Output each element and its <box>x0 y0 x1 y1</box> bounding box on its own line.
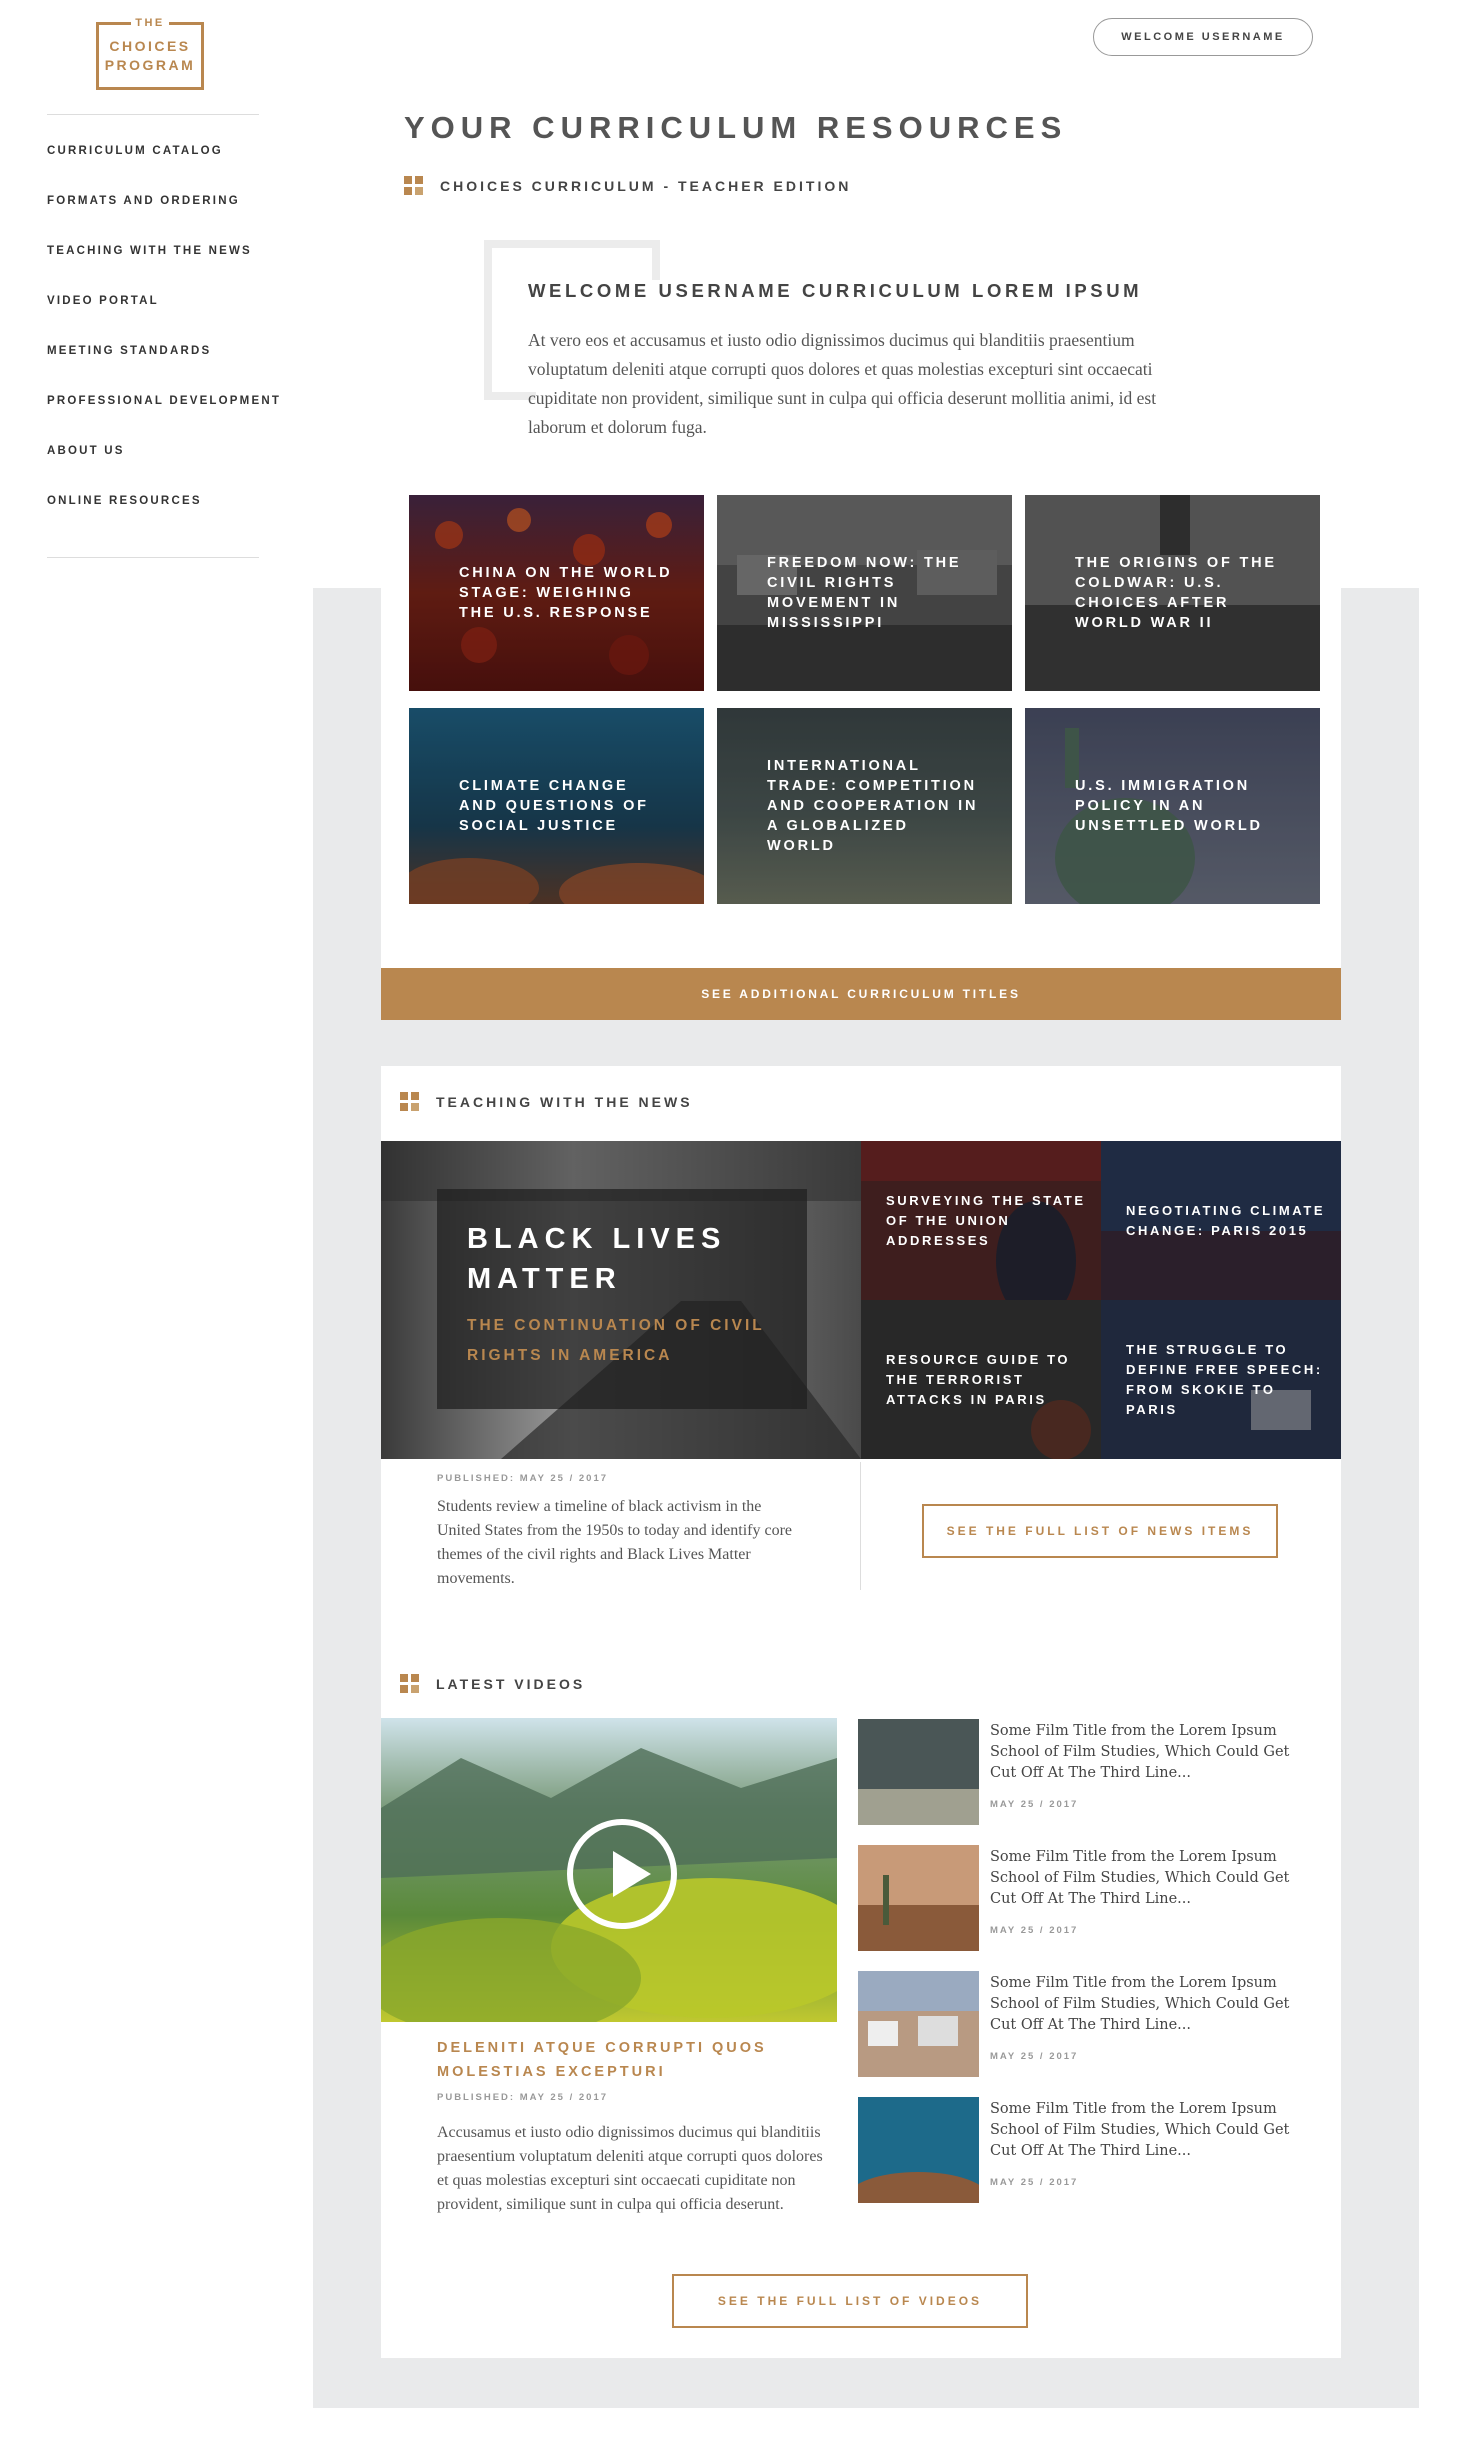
video-list-title: Some Film Title from the Lorem Ipsum Sch… <box>990 2101 1290 2159</box>
news-feature-description: Students review a timeline of black acti… <box>437 1498 793 1587</box>
video-list-title: Some Film Title from the Lorem Ipsum Sch… <box>990 1849 1290 1907</box>
tile-label: U.S. IMMIGRATION POLICY IN AN UNSETTLED … <box>1075 778 1263 834</box>
sidebar-item-curriculum-catalog[interactable]: CURRICULUM CATALOG <box>47 135 287 185</box>
video-list-date: MAY 25 / 2017 <box>990 2051 1079 2062</box>
sidebar-item-online-resources[interactable]: ONLINE RESOURCES <box>47 485 287 535</box>
news-item-paris-2015[interactable]: NEGOTIATING CLIMATE CHANGE: PARIS 2015 <box>1101 1141 1341 1300</box>
tile-label: FREEDOM NOW: THE CIVIL RIGHTS MOVEMENT I… <box>767 555 962 631</box>
news-section-header: TEACHING WITH THE NEWS <box>400 1092 693 1111</box>
curriculum-tile-climate[interactable]: CLIMATE CHANGE AND QUESTIONS OF SOCIAL J… <box>409 708 704 904</box>
see-full-videos-list-button[interactable]: SEE THE FULL LIST OF VIDEOS <box>672 2274 1028 2328</box>
welcome-text: At vero eos et accusamus et iusto odio d… <box>528 330 1157 437</box>
news-item-label: NEGOTIATING CLIMATE CHANGE: PARIS 2015 <box>1126 1202 1326 1238</box>
sidebar-item-about-us[interactable]: ABOUT US <box>47 435 287 485</box>
sidebar-nav: CURRICULUM CATALOG FORMATS AND ORDERING … <box>47 114 287 558</box>
videos-section-header: LATEST VIDEOS <box>400 1674 585 1693</box>
video-list-item[interactable]: Some Film Title from the Lorem Ipsum Sch… <box>858 2097 1328 2205</box>
news-divider <box>860 1462 861 1590</box>
see-additional-titles-button[interactable]: SEE ADDITIONAL CURRICULUM TITLES <box>381 968 1341 1020</box>
video-list-date: MAY 25 / 2017 <box>990 1925 1079 1936</box>
sidebar-item-video-portal[interactable]: VIDEO PORTAL <box>47 285 287 335</box>
grid-icon <box>400 1674 419 1693</box>
curriculum-section-header: CHOICES CURRICULUM - TEACHER EDITION <box>404 176 851 195</box>
video-feature[interactable] <box>381 1718 837 2022</box>
grid-icon <box>400 1092 419 1111</box>
curriculum-tile-trade[interactable]: INTERNATIONAL TRADE: COMPETITION AND COO… <box>717 708 1012 904</box>
curriculum-tile-coldwar[interactable]: THE ORIGINS OF THE COLDWAR: U.S. CHOICES… <box>1025 495 1320 691</box>
video-thumbnail <box>858 1719 979 1825</box>
welcome-heading: WELCOME USERNAME CURRICULUM LOREM IPSUM <box>528 280 1143 301</box>
tile-label: CHINA ON THE WORLD STAGE: WEIGHING THE U… <box>459 565 673 621</box>
news-feature-subtitle: THE CONTINUATION OF CIVIL RIGHTS IN AMER… <box>467 1317 765 1364</box>
video-list-item[interactable]: Some Film Title from the Lorem Ipsum Sch… <box>858 1845 1328 1953</box>
news-section-label: TEACHING WITH THE NEWS <box>436 1093 693 1110</box>
welcome-user-button[interactable]: WELCOME USERNAME <box>1093 18 1313 56</box>
news-feature-card: BLACK LIVES MATTER THE CONTINUATION OF C… <box>437 1189 807 1409</box>
video-list-title: Some Film Title from the Lorem Ipsum Sch… <box>990 1723 1290 1781</box>
video-list-title: Some Film Title from the Lorem Ipsum Sch… <box>990 1975 1290 2033</box>
sidebar-item-formats-ordering[interactable]: FORMATS AND ORDERING <box>47 185 287 235</box>
logo-line-the: THE <box>131 15 169 31</box>
news-item-free-speech[interactable]: THE STRUGGLE TO DEFINE FREE SPEECH: FROM… <box>1101 1300 1341 1459</box>
news-item-label: RESOURCE GUIDE TO THE TERRORIST ATTACKS … <box>886 1351 1071 1407</box>
logo-line-program: PROGRAM <box>104 57 196 73</box>
curriculum-tile-china[interactable]: CHINA ON THE WORLD STAGE: WEIGHING THE U… <box>409 495 704 691</box>
play-icon[interactable] <box>567 1819 677 1929</box>
see-full-news-list-button[interactable]: SEE THE FULL LIST OF NEWS ITEMS <box>922 1504 1278 1558</box>
curriculum-tiles: CHINA ON THE WORLD STAGE: WEIGHING THE U… <box>409 495 1320 904</box>
curriculum-tile-immigration[interactable]: U.S. IMMIGRATION POLICY IN AN UNSETTLED … <box>1025 708 1320 904</box>
page-title: YOUR CURRICULUM RESOURCES <box>404 110 1068 145</box>
sidebar-item-meeting-standards[interactable]: MEETING STANDARDS <box>47 335 287 385</box>
video-feature-title[interactable]: DELENITI ATQUE CORRUPTI QUOS MOLESTIAS E… <box>437 2036 777 2084</box>
curriculum-section-label: CHOICES CURRICULUM - TEACHER EDITION <box>440 177 852 194</box>
sidebar-bottom-divider <box>47 557 259 558</box>
videos-section-label: LATEST VIDEOS <box>436 1675 586 1692</box>
video-thumbnail <box>858 1971 979 2077</box>
video-feature-published: PUBLISHED: MAY 25 / 2017 <box>437 2092 609 2103</box>
news-feature-title: BLACK LIVES MATTER <box>467 1223 727 1295</box>
sidebar-item-professional-development[interactable]: PROFESSIONAL DEVELOPMENT <box>47 385 287 435</box>
video-list-date: MAY 25 / 2017 <box>990 2177 1079 2188</box>
video-thumbnail <box>858 2097 979 2203</box>
news-item-paris-attacks[interactable]: RESOURCE GUIDE TO THE TERRORIST ATTACKS … <box>861 1300 1101 1459</box>
logo-line-choices: CHOICES <box>109 38 191 54</box>
video-list-date: MAY 25 / 2017 <box>990 1799 1079 1810</box>
choices-program-logo[interactable]: THE CHOICES PROGRAM <box>96 15 204 90</box>
news-feature-published: PUBLISHED: MAY 25 / 2017 <box>437 1473 609 1484</box>
tile-label: THE ORIGINS OF THE COLDWAR: U.S. CHOICES… <box>1075 555 1277 631</box>
video-thumbnail <box>858 1845 979 1951</box>
video-list-item[interactable]: Some Film Title from the Lorem Ipsum Sch… <box>858 1971 1328 2079</box>
sidebar-item-teaching-news[interactable]: TEACHING WITH THE NEWS <box>47 235 287 285</box>
grid-icon <box>404 176 423 195</box>
video-list-item[interactable]: Some Film Title from the Lorem Ipsum Sch… <box>858 1719 1328 1827</box>
news-item-label: THE STRUGGLE TO DEFINE FREE SPEECH: FROM… <box>1126 1341 1323 1417</box>
tile-label: CLIMATE CHANGE AND QUESTIONS OF SOCIAL J… <box>459 778 649 834</box>
tile-label: INTERNATIONAL TRADE: COMPETITION AND COO… <box>767 758 979 854</box>
video-feature-description: Accusamus et iusto odio dignissimos duci… <box>437 2124 823 2213</box>
news-item-label: SURVEYING THE STATE OF THE UNION ADDRESS… <box>886 1192 1086 1248</box>
curriculum-tile-freedom-now[interactable]: FREEDOM NOW: THE CIVIL RIGHTS MOVEMENT I… <box>717 495 1012 691</box>
news-item-state-of-union[interactable]: SURVEYING THE STATE OF THE UNION ADDRESS… <box>861 1141 1101 1300</box>
